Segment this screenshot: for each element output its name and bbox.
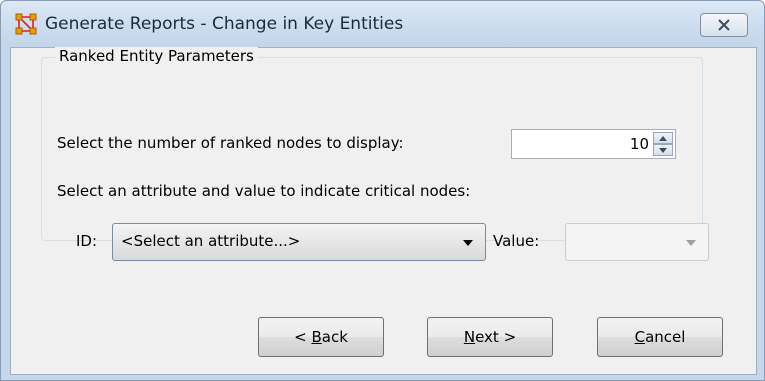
next-button[interactable]: Next >: [427, 317, 553, 357]
cancel-button[interactable]: Cancel: [597, 317, 723, 357]
chevron-down-icon: [463, 240, 473, 246]
spin-down-button[interactable]: [653, 144, 673, 156]
critical-nodes-label: Select an attribute and value to indicat…: [57, 182, 471, 200]
attribute-select[interactable]: <Select an attribute...>: [112, 223, 486, 261]
network-nodes-icon: [15, 13, 37, 35]
back-button-prefix: <: [294, 328, 312, 346]
window-title: Generate Reports - Change in Key Entitie…: [45, 14, 404, 34]
dialog-window: Generate Reports - Change in Key Entitie…: [0, 0, 765, 381]
close-button[interactable]: [700, 13, 748, 37]
back-button[interactable]: < Back: [258, 317, 384, 357]
value-label: Value:: [493, 232, 540, 250]
group-title: Ranked Entity Parameters: [55, 47, 258, 65]
close-icon: [718, 19, 730, 31]
next-button-rest: ext >: [475, 328, 517, 346]
chevron-down-icon: [686, 240, 696, 246]
id-label: ID:: [76, 232, 98, 250]
spinner-buttons: [653, 132, 673, 156]
next-button-mnemonic: N: [463, 328, 476, 346]
back-button-mnemonic: B: [311, 328, 322, 346]
spin-down-icon: [659, 147, 667, 153]
cancel-button-mnemonic: C: [634, 328, 646, 346]
value-select[interactable]: [565, 223, 709, 261]
cancel-button-rest: ancel: [645, 328, 686, 346]
spin-up-icon: [659, 135, 667, 141]
ranked-nodes-label: Select the number of ranked nodes to dis…: [57, 134, 404, 152]
ranked-nodes-spinner[interactable]: 10: [511, 129, 676, 159]
attribute-select-value: <Select an attribute...>: [121, 232, 301, 250]
title-bar[interactable]: Generate Reports - Change in Key Entitie…: [1, 1, 764, 47]
ranked-nodes-value[interactable]: 10: [630, 135, 649, 153]
back-button-rest: ack: [321, 328, 348, 346]
spin-up-button[interactable]: [653, 132, 673, 144]
